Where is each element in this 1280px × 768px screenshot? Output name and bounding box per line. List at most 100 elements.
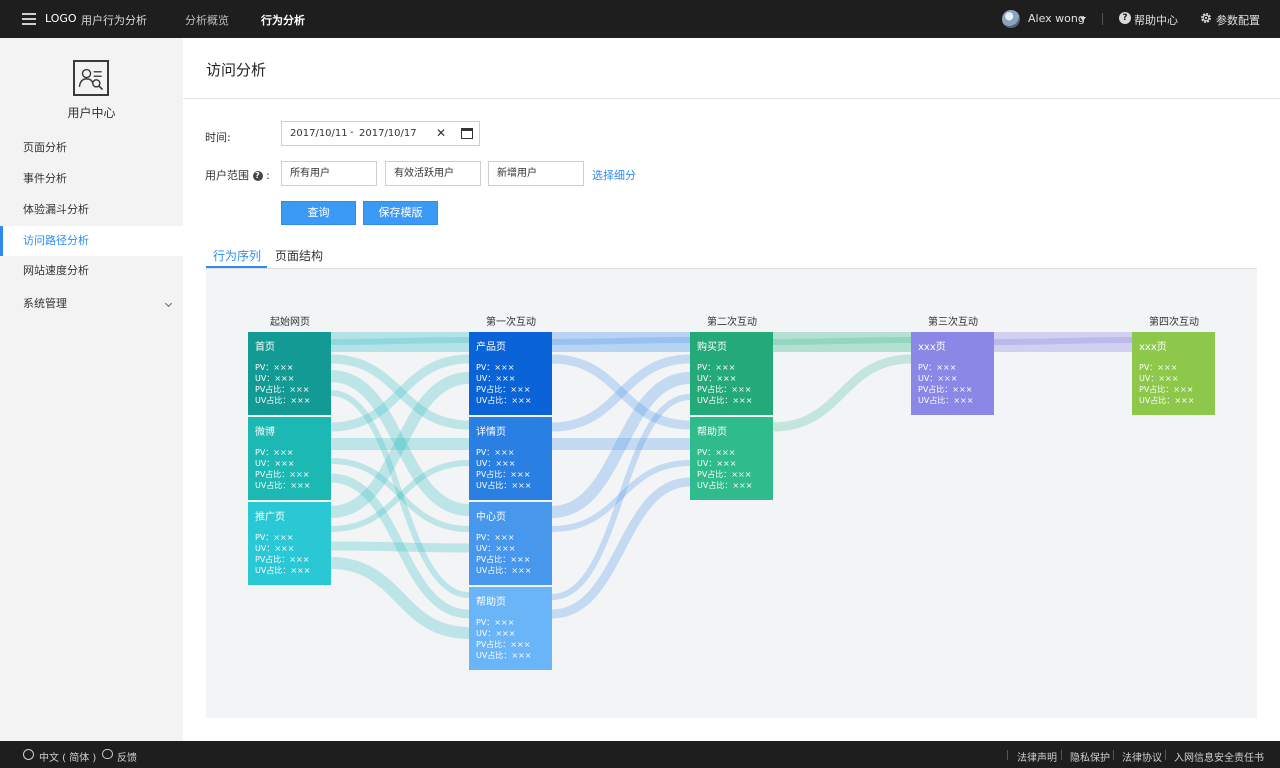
flow-node-stat: UV：××× bbox=[476, 374, 516, 383]
flow-node-stat: PV占比：××× bbox=[255, 385, 310, 394]
flow-node[interactable]: 推广页 PV：××× UV：××× PV占比：××× UV占比：××× bbox=[248, 502, 331, 585]
sidebar-item-page-analysis[interactable]: 页面分析 bbox=[0, 133, 183, 163]
tab-page-structure[interactable]: 页面结构 bbox=[275, 247, 323, 264]
column-header: 第四次互动 bbox=[1149, 317, 1199, 328]
flow-node-stat: UV：××× bbox=[255, 374, 295, 383]
user-center-title: 用户中心 bbox=[67, 106, 116, 120]
flow-node-stat: PV占比：××× bbox=[697, 470, 752, 479]
flow-band bbox=[331, 332, 469, 352]
user-range-label: 用户范围 ? : bbox=[205, 167, 270, 183]
sidebar-item-path-analysis[interactable]: 访问路径分析 bbox=[0, 226, 183, 256]
flow-node[interactable]: xxx页 PV：××× UV：××× PV占比：××× UV占比：××× bbox=[1132, 332, 1215, 415]
footer-link-security[interactable]: 入网信息安全责任书 bbox=[1174, 749, 1264, 764]
footer-link-agreement[interactable]: 法律协议 bbox=[1122, 749, 1162, 764]
user-option-new[interactable]: 新增用户 bbox=[488, 161, 584, 186]
flow-node[interactable]: 中心页 PV：××× UV：××× PV占比：××× UV占比：××× bbox=[469, 502, 552, 585]
settings-link[interactable]: 参数配置 bbox=[1216, 12, 1260, 28]
logo[interactable]: LOGO bbox=[45, 12, 77, 25]
flow-link bbox=[330, 460, 470, 532]
sidebar-item-event-analysis[interactable]: 事件分析 bbox=[0, 164, 183, 194]
flow-node-title: xxx页 bbox=[1139, 342, 1167, 353]
flow-node-stat: UV：××× bbox=[255, 459, 295, 468]
user-option-active[interactable]: 有效活跃用户 bbox=[385, 161, 481, 186]
flow-node-title: xxx页 bbox=[918, 342, 946, 353]
date-end[interactable]: 2017/10/17 bbox=[359, 128, 417, 139]
user-option-all[interactable]: 所有用户 bbox=[281, 161, 377, 186]
nav-overview[interactable]: 分析概览 bbox=[185, 12, 229, 28]
sidebar-item-system-management[interactable]: 系统管理 bbox=[0, 289, 183, 319]
choose-segment-link[interactable]: 选择细分 bbox=[592, 167, 636, 183]
flow-node-stat: PV：××× bbox=[697, 448, 736, 457]
save-template-button[interactable]: 保存模版 bbox=[363, 201, 438, 225]
flow-node-stat: UV：××× bbox=[697, 374, 737, 383]
footer-link-legal[interactable]: 法律声明 bbox=[1017, 749, 1057, 764]
tab-behavior-sequence[interactable]: 行为序列 bbox=[213, 247, 261, 264]
sidebar-item-funnel-analysis[interactable]: 体验漏斗分析 bbox=[0, 195, 183, 225]
language-switch[interactable]: 中文 ( 简体 ) bbox=[39, 749, 96, 764]
user-name[interactable]: Alex wong bbox=[1028, 12, 1085, 25]
flow-node-stat: PV占比：××× bbox=[476, 385, 531, 394]
feedback-link[interactable]: 反馈 bbox=[117, 749, 137, 764]
clear-icon[interactable]: ✕ bbox=[436, 126, 446, 140]
flow-node-title: 购买页 bbox=[697, 342, 727, 353]
flow-node[interactable]: 产品页 PV：××× UV：××× PV占比：××× UV占比：××× bbox=[469, 332, 552, 415]
flow-node[interactable]: 详情页 PV：××× UV：××× PV占比：××× UV占比：××× bbox=[469, 417, 552, 500]
flow-node-title: 帮助页 bbox=[476, 597, 506, 608]
nav-behavior-analysis[interactable]: 行为分析 bbox=[261, 12, 305, 28]
flow-node-stat: PV占比：××× bbox=[255, 470, 310, 479]
flow-node-stat: UV：××× bbox=[476, 459, 516, 468]
flow-node-stat: UV占比：××× bbox=[476, 651, 532, 660]
avatar[interactable] bbox=[1002, 10, 1020, 28]
sidebar-item-label: 系统管理 bbox=[23, 297, 67, 310]
sidebar-item-speed-analysis[interactable]: 网站速度分析 bbox=[0, 256, 183, 286]
flow-node-stat: PV占比：××× bbox=[918, 385, 973, 394]
footer-link-privacy[interactable]: 隐私保护 bbox=[1070, 749, 1110, 764]
footer-separator bbox=[1061, 750, 1062, 760]
menu-icon[interactable] bbox=[22, 13, 36, 25]
flow-node-stat: PV：××× bbox=[476, 363, 515, 372]
user-card-icon bbox=[73, 60, 109, 96]
flow-node[interactable]: 购买页 PV：××× UV：××× PV占比：××× UV占比：××× bbox=[690, 332, 773, 415]
flow-link bbox=[772, 354, 912, 432]
flow-node-stat: UV：××× bbox=[476, 629, 516, 638]
time-label: 时间: bbox=[205, 131, 231, 144]
question-circle-icon[interactable]: ? bbox=[1119, 12, 1131, 24]
top-bar: LOGO 用户行为分析 分析概览 行为分析 Alex wong ? 帮助中心 参… bbox=[0, 0, 1280, 38]
flow-node-title: 首页 bbox=[255, 342, 275, 353]
flow-node-stat: UV：××× bbox=[918, 374, 958, 383]
flow-node-stat: UV：××× bbox=[1139, 374, 1179, 383]
gear-icon[interactable] bbox=[1200, 12, 1212, 24]
flow-node-stat: UV：××× bbox=[476, 544, 516, 553]
flow-node[interactable]: 帮助页 PV：××× UV：××× PV占比：××× UV占比：××× bbox=[690, 417, 773, 500]
column-header: 起始网页 bbox=[270, 317, 310, 328]
flow-node-stat: UV占比：××× bbox=[255, 566, 311, 575]
flow-link bbox=[551, 354, 691, 432]
date-start[interactable]: 2017/10/11 bbox=[290, 128, 348, 139]
flow-node-stat: UV占比：××× bbox=[697, 481, 753, 490]
footer-separator bbox=[1165, 750, 1166, 760]
column-header: 第三次互动 bbox=[928, 317, 978, 328]
flow-node-stat: UV占比：××× bbox=[476, 396, 532, 405]
flow-node-stat: PV：××× bbox=[255, 363, 294, 372]
caret-down-icon[interactable] bbox=[1080, 17, 1086, 21]
date-range-picker[interactable]: 2017/10/11 - 2017/10/17 ✕ bbox=[281, 121, 480, 146]
flow-node[interactable]: 微博 PV：××× UV：××× PV占比：××× UV占比：××× bbox=[248, 417, 331, 500]
footer-separator bbox=[1007, 750, 1008, 760]
question-icon[interactable]: ? bbox=[252, 171, 263, 181]
chat-bubble-icon[interactable] bbox=[102, 749, 113, 759]
flow-node-stat: UV占比：××× bbox=[697, 396, 753, 405]
calendar-icon[interactable] bbox=[461, 128, 473, 139]
globe-icon[interactable] bbox=[23, 749, 34, 760]
flow-node-stat: PV占比：××× bbox=[697, 385, 752, 394]
query-button[interactable]: 查询 bbox=[281, 201, 356, 225]
help-center-link[interactable]: 帮助中心 bbox=[1134, 12, 1178, 28]
flow-node[interactable]: xxx页 PV：××× UV：××× PV占比：××× UV占比：××× bbox=[911, 332, 994, 415]
date-separator: - bbox=[350, 127, 354, 138]
flow-node[interactable]: 帮助页 PV：××× UV：××× PV占比：××× UV占比：××× bbox=[469, 587, 552, 670]
flow-node[interactable]: 首页 PV：××× UV：××× PV占比：××× UV占比：××× bbox=[248, 332, 331, 415]
flow-node-stat: PV：××× bbox=[1139, 363, 1178, 372]
flow-node-stat: PV：××× bbox=[255, 448, 294, 457]
column-header: 第二次互动 bbox=[707, 317, 757, 328]
flow-node-stat: PV占比：××× bbox=[476, 470, 531, 479]
flow-node-stat: PV：××× bbox=[476, 618, 515, 627]
